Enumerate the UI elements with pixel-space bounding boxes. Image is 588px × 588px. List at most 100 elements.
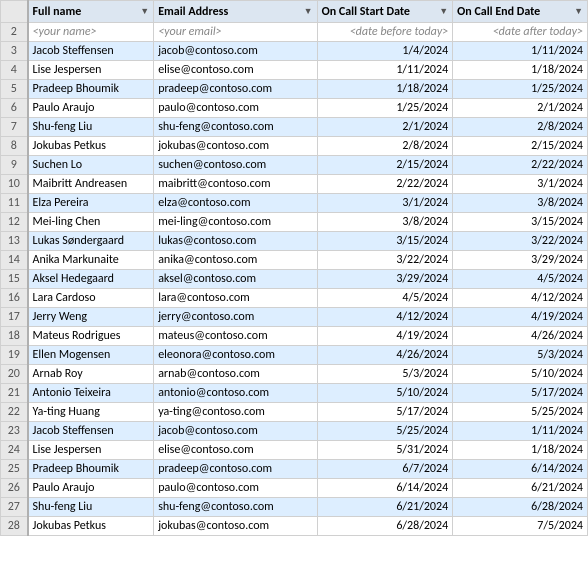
table-row: 20Arnab Royarnab@contoso.com5/3/20245/10… [1,365,588,384]
table-row: 15Aksel Hedegaardaksel@contoso.com3/29/2… [1,270,588,289]
row-num: 20 [1,365,28,384]
cell-b: arnab@contoso.com [154,365,317,384]
table-row: 27Shu-feng Liushu-feng@contoso.com6/21/2… [1,498,588,517]
cell-c: 5/3/2024 [317,365,453,384]
table-row: 25Pradeep Bhoumikpradeep@contoso.com6/7/… [1,460,588,479]
cell-c: 5/31/2024 [317,441,453,460]
cell-b: paulo@contoso.com [154,479,317,498]
cell-d: 4/26/2024 [453,327,588,346]
cell-c: 5/10/2024 [317,384,453,403]
cell-b: suchen@contoso.com [154,156,317,175]
filter-end-date-icon[interactable]: ▼ [574,6,583,17]
cell-a: Lise Jespersen [28,441,154,460]
header-fullname[interactable]: Full name ▼ [28,1,154,23]
cell-a: Aksel Hedegaard [28,270,154,289]
cell-b: mateus@contoso.com [154,327,317,346]
cell-b: shu-feng@contoso.com [154,498,317,517]
filter-start-date-icon[interactable]: ▼ [439,6,448,17]
cell-a: Jacob Steffensen [28,42,154,61]
table-row: 8Jokubas Petkusjokubas@contoso.com2/8/20… [1,137,588,156]
cell-c: 4/5/2024 [317,289,453,308]
cell-b: mei-ling@contoso.com [154,213,317,232]
cell-b: pradeep@contoso.com [154,80,317,99]
cell-c: 3/22/2024 [317,251,453,270]
header-start-date[interactable]: On Call Start Date ▼ [317,1,453,23]
cell-a: Lukas Søndergaard [28,232,154,251]
row-num: 21 [1,384,28,403]
cell-b: paulo@contoso.com [154,99,317,118]
row-num: 13 [1,232,28,251]
cell-d: 5/10/2024 [453,365,588,384]
filter-fullname-icon[interactable]: ▼ [140,6,149,17]
cell-b: jokubas@contoso.com [154,137,317,156]
cell-b: elza@contoso.com [154,194,317,213]
table-row: 16Lara Cardosolara@contoso.com4/5/20244/… [1,289,588,308]
cell-a: Ya-ting Huang [28,403,154,422]
cell-b: jerry@contoso.com [154,308,317,327]
header-end-date[interactable]: On Call End Date ▼ [453,1,588,23]
cell-a: Pradeep Bhoumik [28,460,154,479]
row-num: 12 [1,213,28,232]
row-num: 28 [1,517,28,536]
table-row: 7Shu-feng Liushu-feng@contoso.com2/1/202… [1,118,588,137]
cell-a: Anika Markunaite [28,251,154,270]
cell-a: Mateus Rodrigues [28,327,154,346]
cell-b: maibritt@contoso.com [154,175,317,194]
row-num: 7 [1,118,28,137]
row-num: 4 [1,61,28,80]
cell-c: 2/15/2024 [317,156,453,175]
cell-d: 6/21/2024 [453,479,588,498]
cell-c: 6/14/2024 [317,479,453,498]
table-row: 19Ellen Mogenseneleonora@contoso.com4/26… [1,346,588,365]
cell-a: Maibritt Andreasen [28,175,154,194]
row-num: 14 [1,251,28,270]
cell-d: 5/3/2024 [453,346,588,365]
cell-c: 5/17/2024 [317,403,453,422]
template-email: <your email> [154,23,317,42]
cell-c: 2/1/2024 [317,118,453,137]
cell-a: Ellen Mogensen [28,346,154,365]
cell-a: Paulo Araujo [28,479,154,498]
cell-d: 3/1/2024 [453,175,588,194]
cell-b: aksel@contoso.com [154,270,317,289]
cell-d: 6/28/2024 [453,498,588,517]
cell-d: 1/11/2024 [453,42,588,61]
table-row: 28Jokubas Petkusjokubas@contoso.com6/28/… [1,517,588,536]
filter-email-icon[interactable]: ▼ [304,6,313,17]
table-row: 4Lise Jespersenelise@contoso.com1/11/202… [1,61,588,80]
table-row: 24Lise Jespersenelise@contoso.com5/31/20… [1,441,588,460]
cell-a: Jokubas Petkus [28,137,154,156]
cell-d: 5/25/2024 [453,403,588,422]
cell-d: 3/15/2024 [453,213,588,232]
cell-b: jacob@contoso.com [154,42,317,61]
cell-c: 1/4/2024 [317,42,453,61]
cell-a: Pradeep Bhoumik [28,80,154,99]
cell-d: 4/19/2024 [453,308,588,327]
cell-c: 4/12/2024 [317,308,453,327]
row-num: 6 [1,99,28,118]
cell-b: eleonora@contoso.com [154,346,317,365]
row-num: 5 [1,80,28,99]
cell-a: Paulo Araujo [28,99,154,118]
table-row: 26Paulo Araujopaulo@contoso.com6/14/2024… [1,479,588,498]
cell-a: Jacob Steffensen [28,422,154,441]
header-email[interactable]: Email Address ▼ [154,1,317,23]
cell-c: 4/19/2024 [317,327,453,346]
cell-d: 7/5/2024 [453,517,588,536]
cell-c: 6/28/2024 [317,517,453,536]
table-row: 6Paulo Araujopaulo@contoso.com1/25/20242… [1,99,588,118]
cell-d: 1/11/2024 [453,422,588,441]
template-name: <your name> [28,23,154,42]
cell-d: 1/18/2024 [453,61,588,80]
cell-b: jacob@contoso.com [154,422,317,441]
cell-b: shu-feng@contoso.com [154,118,317,137]
row-num: 22 [1,403,28,422]
cell-c: 3/15/2024 [317,232,453,251]
table-row: 21Antonio Teixeiraantonio@contoso.com5/1… [1,384,588,403]
cell-a: Lara Cardoso [28,289,154,308]
cell-d: 3/22/2024 [453,232,588,251]
cell-b: ya-ting@contoso.com [154,403,317,422]
cell-d: 2/15/2024 [453,137,588,156]
cell-a: Jerry Weng [28,308,154,327]
cell-c: 1/25/2024 [317,99,453,118]
